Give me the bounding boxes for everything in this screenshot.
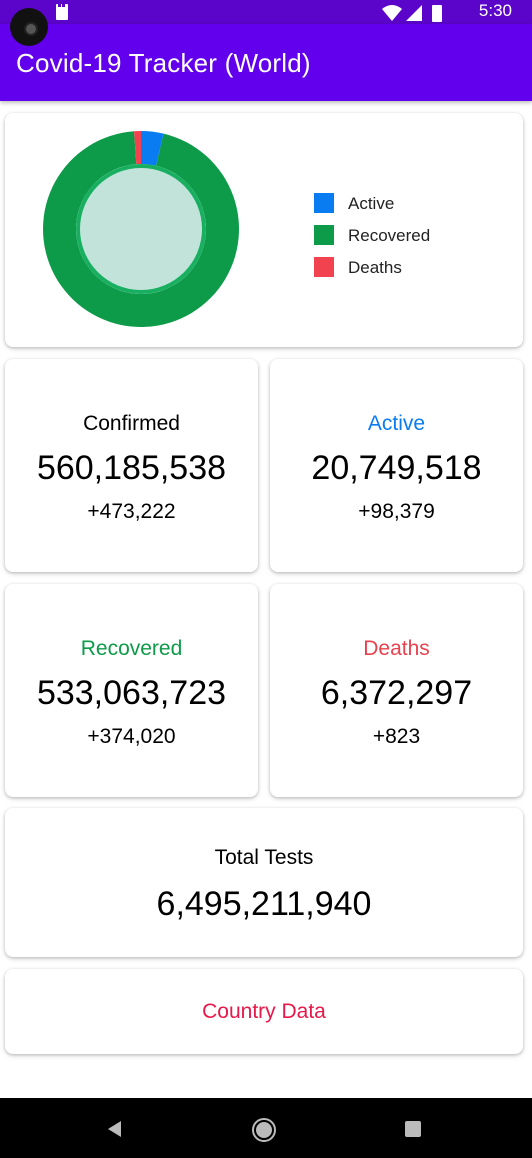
status-bar: 5:30 bbox=[0, 0, 532, 24]
legend-swatch-deaths bbox=[314, 257, 334, 277]
app-bar: Covid-19 Tracker (World) bbox=[0, 24, 532, 101]
confirmed-label: Confirmed bbox=[83, 412, 180, 435]
legend-swatch-active bbox=[314, 193, 334, 213]
deaths-delta: +823 bbox=[372, 725, 421, 748]
system-navigation-bar bbox=[0, 1098, 532, 1158]
total-tests-card[interactable]: Total Tests 6,495,211,940 bbox=[5, 808, 523, 957]
deaths-value: 6,372,297 bbox=[320, 674, 473, 712]
home-icon[interactable] bbox=[251, 1117, 277, 1143]
legend-label: Deaths bbox=[348, 258, 402, 277]
confirmed-value: 560,185,538 bbox=[36, 449, 227, 487]
country-data-label: Country Data bbox=[202, 1000, 326, 1023]
recovered-label: Recovered bbox=[80, 637, 183, 660]
battery-icon bbox=[432, 5, 442, 22]
total-tests-label: Total Tests bbox=[214, 846, 314, 869]
app-title: Covid-19 Tracker (World) bbox=[16, 48, 311, 78]
active-card[interactable]: Active 20,749,518 +98,379 bbox=[270, 359, 523, 572]
donut-center bbox=[80, 168, 202, 290]
active-value: 20,749,518 bbox=[311, 449, 482, 487]
chart-card: Active Recovered Deaths bbox=[5, 113, 523, 347]
back-icon[interactable] bbox=[104, 1118, 126, 1140]
camera-cutout bbox=[10, 8, 48, 46]
wifi-icon bbox=[382, 5, 402, 21]
recovered-value: 533,063,723 bbox=[36, 674, 227, 712]
deaths-card[interactable]: Deaths 6,372,297 +823 bbox=[270, 584, 523, 797]
deaths-label: Deaths bbox=[363, 637, 430, 660]
country-data-button[interactable]: Country Data bbox=[5, 969, 523, 1054]
recovered-delta: +374,020 bbox=[87, 725, 176, 748]
legend-swatch-recovered bbox=[314, 225, 334, 245]
confirmed-delta: +473,222 bbox=[87, 500, 176, 523]
recovered-card[interactable]: Recovered 533,063,723 +374,020 bbox=[5, 584, 258, 797]
recents-icon[interactable] bbox=[402, 1118, 424, 1140]
confirmed-card[interactable]: Confirmed 560,185,538 +473,222 bbox=[5, 359, 258, 572]
legend-label: Recovered bbox=[348, 226, 431, 245]
clock: 5:30 bbox=[478, 1, 512, 20]
total-tests-value: 6,495,211,940 bbox=[156, 885, 372, 923]
cell-signal-icon bbox=[406, 5, 422, 21]
donut-chart bbox=[42, 131, 239, 327]
legend-label: Active bbox=[348, 194, 395, 213]
active-label: Active bbox=[367, 412, 426, 435]
active-delta: +98,379 bbox=[358, 500, 435, 523]
